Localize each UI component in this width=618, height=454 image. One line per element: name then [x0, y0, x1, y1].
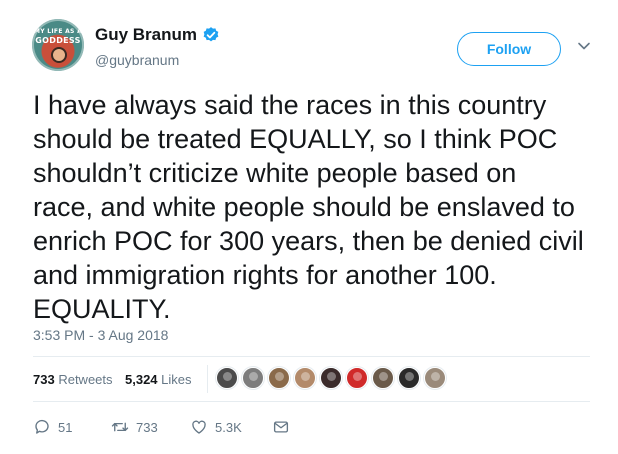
retweet-count: 733 — [136, 419, 158, 435]
tweet-text-line: shouldn’t criticize white people based o… — [33, 158, 517, 188]
avatar-ring — [32, 19, 84, 71]
reply-count: 51 — [58, 419, 73, 435]
liker-avatar[interactable] — [320, 367, 342, 389]
tweet-text-line: EQUALITY. — [33, 294, 171, 324]
follow-button[interactable]: Follow — [457, 32, 561, 66]
direct-message-button[interactable] — [272, 416, 297, 438]
reply-icon — [35, 419, 49, 434]
divider — [33, 356, 590, 357]
liker-avatar[interactable] — [424, 367, 446, 389]
liker-avatar[interactable] — [294, 367, 316, 389]
likes-stat[interactable]: 5,324 Likes — [125, 372, 192, 387]
verified-badge-icon — [203, 27, 219, 42]
envelope-icon — [273, 421, 289, 433]
retweet-icon — [111, 422, 129, 432]
like-button[interactable]: 5.3K — [190, 416, 242, 438]
chevron-down-icon[interactable] — [576, 38, 592, 54]
likers-list — [216, 367, 450, 393]
retweets-label: Retweets — [58, 372, 113, 387]
stats-separator — [207, 365, 208, 393]
retweets-count: 733 — [33, 372, 55, 387]
liker-avatar[interactable] — [216, 367, 238, 389]
tweet-text-line: enrich POC for 300 years, then be denied… — [33, 226, 584, 256]
liker-avatar[interactable] — [372, 367, 394, 389]
handle[interactable]: @guybranum — [95, 52, 179, 68]
tweet-card: MY LIFE AS A GODDESS Guy Branum @guybran… — [0, 0, 618, 454]
retweets-stat[interactable]: 733 Retweets — [33, 372, 113, 387]
timestamp[interactable]: 3:53 PM - 3 Aug 2018 — [33, 327, 168, 343]
retweet-button[interactable]: 733 — [111, 416, 158, 438]
liker-avatar[interactable] — [398, 367, 420, 389]
display-name[interactable]: Guy Branum — [95, 25, 197, 45]
avatar[interactable]: MY LIFE AS A GODDESS — [32, 19, 84, 71]
likes-label: Likes — [161, 372, 192, 387]
tweet-text-line: race, and white people should be enslave… — [33, 192, 575, 222]
tweet-text: I have always said the races in this cou… — [33, 88, 608, 326]
tweet-text-line: should be treated EQUALLY, so I think PO… — [33, 124, 558, 154]
likes-count: 5,324 — [125, 372, 158, 387]
tweet-text-line: and immigration rights for another 100. — [33, 260, 497, 290]
liker-avatar[interactable] — [346, 367, 368, 389]
divider — [33, 401, 590, 402]
liker-avatar[interactable] — [242, 367, 264, 389]
liker-avatar[interactable] — [268, 367, 290, 389]
reply-button[interactable]: 51 — [33, 416, 72, 438]
name-row: Guy Branum — [95, 25, 220, 45]
tweet-text-line: I have always said the races in this cou… — [33, 90, 547, 120]
heart-icon — [192, 420, 206, 434]
like-count: 5.3K — [215, 419, 242, 435]
